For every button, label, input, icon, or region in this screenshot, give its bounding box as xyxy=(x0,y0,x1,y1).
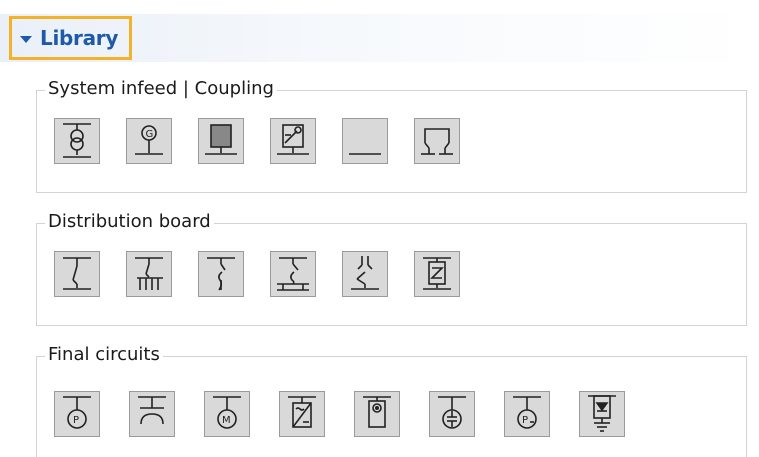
svg-text:G: G xyxy=(146,129,154,140)
coupling-icon xyxy=(421,128,453,155)
transformer-button[interactable] xyxy=(54,118,100,164)
switch-disconnector-button[interactable] xyxy=(54,251,100,297)
solar-infeed-button[interactable] xyxy=(270,118,316,164)
fuse-busbar-button[interactable] xyxy=(270,251,316,297)
capacitor-icon xyxy=(438,396,466,429)
busbar-icon xyxy=(349,153,381,155)
solar-infeed-icon xyxy=(277,124,309,155)
library-title: Library xyxy=(40,26,119,50)
switch-disconnector-icon xyxy=(63,257,91,290)
charging-station-button[interactable] xyxy=(354,391,400,437)
group-system-infeed: System infeed | Coupling G xyxy=(36,77,747,193)
grid-infeed-icon xyxy=(205,124,237,155)
button-row: G xyxy=(54,118,486,164)
fuse-switch-icon xyxy=(207,257,235,291)
generator-button[interactable]: G xyxy=(126,118,172,164)
chevron-down-icon[interactable] xyxy=(20,35,32,43)
busbar-distributor-icon xyxy=(135,257,163,290)
grid-infeed-button[interactable] xyxy=(198,118,244,164)
svg-text:M: M xyxy=(222,415,231,426)
power-factor-button[interactable]: P xyxy=(504,391,550,437)
fuse-switch-button[interactable] xyxy=(198,251,244,297)
group-final-circuits: Final circuits P M P xyxy=(36,343,747,457)
busbar-button[interactable] xyxy=(342,118,388,164)
surge-arrester-button[interactable] xyxy=(342,251,388,297)
library-toggle[interactable]: Library xyxy=(9,16,132,60)
library-panel: Library System infeed | Coupling G Distr… xyxy=(0,0,759,457)
coupling-button[interactable] xyxy=(414,118,460,164)
ground-consumer-button[interactable] xyxy=(579,391,625,437)
button-row xyxy=(54,251,486,297)
motor-icon: M xyxy=(213,396,241,429)
svg-text:P: P xyxy=(522,415,528,426)
fuse-busbar-icon xyxy=(277,257,309,291)
converter-button[interactable] xyxy=(279,391,325,437)
power-factor-icon: P xyxy=(513,396,541,429)
group-distribution-board: Distribution board xyxy=(36,210,747,326)
generator-icon: G xyxy=(135,125,163,155)
capacitor-button[interactable] xyxy=(429,391,475,437)
transformer-icon xyxy=(63,123,91,158)
multi-consumer-button[interactable] xyxy=(129,391,175,437)
group-label: System infeed | Coupling xyxy=(45,77,277,101)
motor-button[interactable]: M xyxy=(204,391,250,437)
multi-consumer-icon xyxy=(138,396,166,425)
button-row: P M P xyxy=(54,391,654,437)
svg-text:P: P xyxy=(73,415,79,426)
surge-arrester-icon xyxy=(351,256,379,290)
group-label: Distribution board xyxy=(45,210,214,234)
charging-station-icon xyxy=(363,396,391,428)
distribution-transformer-icon xyxy=(423,257,451,290)
distribution-transformer-button[interactable] xyxy=(414,251,460,297)
power-consumer-icon: P xyxy=(63,396,91,429)
busbar-distributor-button[interactable] xyxy=(126,251,172,297)
converter-icon xyxy=(288,396,316,428)
power-consumer-button[interactable]: P xyxy=(54,391,100,437)
ground-consumer-icon xyxy=(588,395,616,432)
group-label: Final circuits xyxy=(45,343,163,367)
